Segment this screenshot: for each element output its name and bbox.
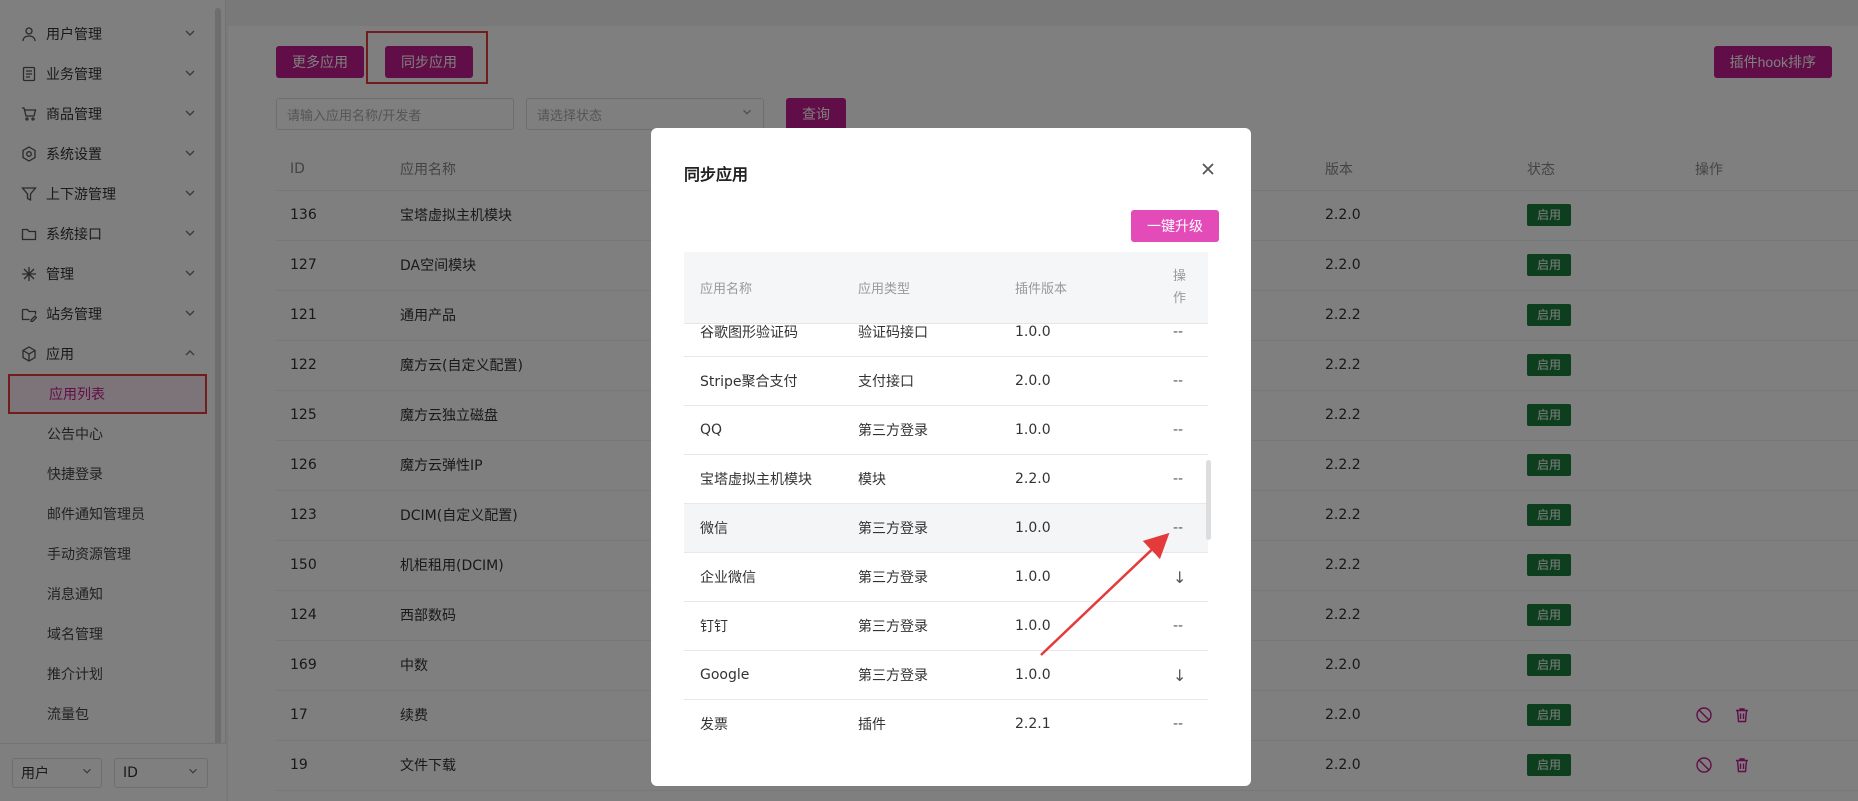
mcell-name: 微信 — [700, 521, 728, 537]
mcell-version: 1.0.0 — [1015, 667, 1051, 683]
list-item: 宝塔虚拟主机模块 模块 2.2.0 -- — [684, 455, 1208, 504]
mcell-type: 第三方登录 — [858, 570, 928, 586]
modal-table-header: 应用名称 应用类型 插件版本 操 作 — [684, 252, 1208, 324]
mcell-version: 2.2.1 — [1015, 716, 1051, 732]
mcell-type: 验证码接口 — [858, 325, 928, 341]
mcell-name: QQ — [700, 422, 723, 438]
list-item: 微信 第三方登录 1.0.0 -- — [684, 504, 1208, 553]
modal-table-body: 谷歌图形验证码 验证码接口 1.0.0 -- Stripe聚合支付 支付接口 2.0.0 -… — [684, 308, 1208, 746]
mcol-type: 应用类型 — [858, 282, 911, 297]
mcol-name: 应用名称 — [700, 282, 753, 297]
upgrade-all-button[interactable]: 一键升级 — [1131, 210, 1219, 242]
mcell-op: -- — [1173, 520, 1184, 536]
modal-table: 应用名称 应用类型 插件版本 操 作 谷歌图形验证码 验证码接口 1.0.0 -- S… — [684, 252, 1208, 746]
mcell-type: 插件 — [858, 717, 886, 733]
download-icon[interactable]: ↓ — [1157, 568, 1208, 587]
mcol-ops: 操 作 — [1157, 266, 1208, 310]
mcol-ops-line1: 操 — [1173, 268, 1187, 284]
mcell-name: 谷歌图形验证码 — [700, 325, 798, 341]
mcell-name: 发票 — [700, 717, 728, 733]
close-icon[interactable] — [1199, 160, 1217, 178]
modal-title: 同步应用 — [684, 165, 749, 184]
mcell-version: 1.0.0 — [1015, 324, 1051, 340]
mcell-name: Google — [700, 667, 750, 683]
list-item: QQ 第三方登录 1.0.0 -- — [684, 406, 1208, 455]
mcell-version: 1.0.0 — [1015, 569, 1051, 585]
mcell-type: 模块 — [858, 472, 886, 488]
mcell-version: 1.0.0 — [1015, 618, 1051, 634]
mcell-name: 宝塔虚拟主机模块 — [700, 472, 812, 488]
list-item: Google 第三方登录 1.0.0 ↓ — [684, 651, 1208, 700]
list-item: 企业微信 第三方登录 1.0.0 ↓ — [684, 553, 1208, 602]
modal-scrollbar[interactable] — [1206, 460, 1211, 540]
mcell-name: 钉钉 — [700, 619, 728, 635]
mcol-version: 插件版本 — [1015, 282, 1068, 297]
mcell-op: -- — [1173, 716, 1184, 732]
mcell-version: 2.0.0 — [1015, 373, 1051, 389]
mcell-type: 支付接口 — [858, 374, 914, 390]
mcell-version: 1.0.0 — [1015, 422, 1051, 438]
list-item: Stripe聚合支付 支付接口 2.0.0 -- — [684, 357, 1208, 406]
list-item: 钉钉 第三方登录 1.0.0 -- — [684, 602, 1208, 651]
mcell-version: 1.0.0 — [1015, 520, 1051, 536]
sync-apps-modal: 同步应用 一键升级 应用名称 应用类型 插件版本 操 作 谷歌图形验证码 验证码接… — [651, 128, 1251, 786]
mcell-type: 第三方登录 — [858, 668, 928, 684]
mcol-ops-line2: 作 — [1173, 290, 1187, 306]
mcell-version: 2.2.0 — [1015, 471, 1051, 487]
mcell-type: 第三方登录 — [858, 619, 928, 635]
mcell-op: -- — [1173, 471, 1184, 487]
download-icon[interactable]: ↓ — [1157, 666, 1208, 685]
mcell-name: 企业微信 — [700, 570, 756, 586]
mcell-type: 第三方登录 — [858, 423, 928, 439]
mcell-type: 第三方登录 — [858, 521, 928, 537]
list-item: 发票 插件 2.2.1 -- — [684, 700, 1208, 746]
mcell-op: -- — [1173, 373, 1184, 389]
mcell-op: -- — [1173, 422, 1184, 438]
mcell-name: Stripe聚合支付 — [700, 374, 798, 390]
mcell-op: -- — [1173, 618, 1184, 634]
mcell-op: -- — [1173, 324, 1184, 340]
